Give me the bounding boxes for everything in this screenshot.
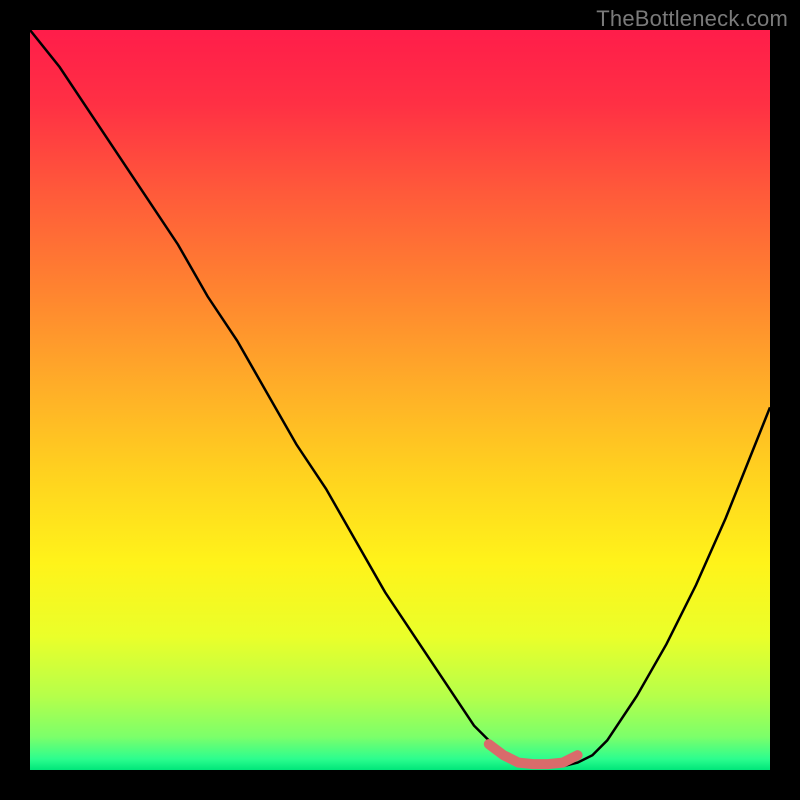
watermark-text: TheBottleneck.com — [596, 6, 788, 32]
plot-area — [30, 30, 770, 770]
chart-frame: TheBottleneck.com — [0, 0, 800, 800]
bottleneck-curve — [30, 30, 770, 770]
